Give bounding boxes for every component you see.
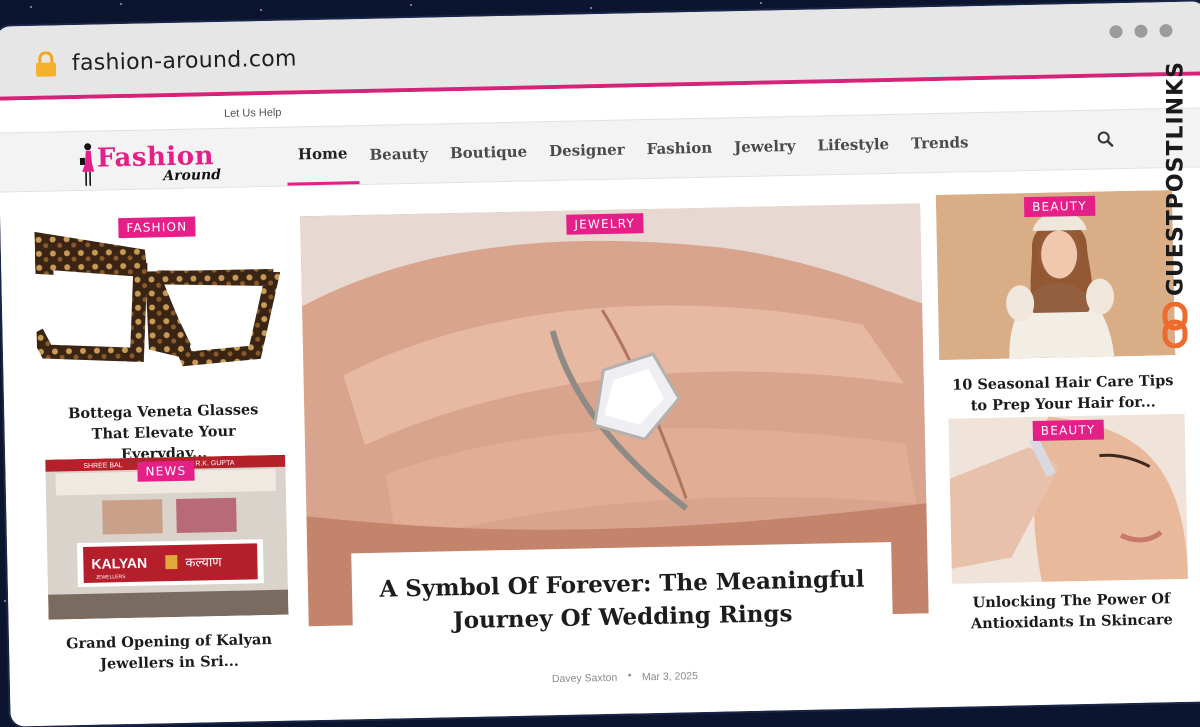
address-bar-url[interactable]: fashion-around.com (72, 46, 297, 76)
article-author[interactable]: Davey Saxton (552, 672, 618, 685)
category-tag[interactable]: BEAUTY (1023, 195, 1096, 218)
window-dot-icon[interactable] (1109, 25, 1123, 39)
window-dot-icon[interactable] (1134, 24, 1148, 38)
browser-window: fashion-around.com Let Us Help Fashion A… (0, 1, 1200, 727)
article-date-separator: • (627, 669, 632, 682)
sign-top-left: SHREE BAL (83, 462, 123, 470)
link-chain-icon (1162, 302, 1188, 348)
nav-item-jewelry[interactable]: Jewelry (723, 117, 808, 177)
woman-silhouette-icon (79, 143, 95, 186)
watermark-text: GUESTPOSTLINKS (1163, 61, 1189, 296)
window-dot-icon[interactable] (1159, 24, 1173, 38)
category-tag[interactable]: BEAUTY (1032, 419, 1104, 442)
featured-article-box: A Symbol Of Forever: The Meaningful Jour… (351, 542, 894, 664)
sign-hindi: कल्याण (185, 555, 222, 571)
nav-item-lifestyle[interactable]: Lifestyle (806, 115, 901, 175)
main-content: FASHION Bottega Veneta Glasses That Elev… (0, 167, 1200, 727)
article-title[interactable]: 10 Seasonal Hair Care Tips to Prep Your … (948, 370, 1179, 417)
article-card-glasses[interactable]: FASHION Bottega Veneta Glasses That Elev… (34, 216, 285, 463)
logo-subtitle: Around (163, 166, 222, 185)
category-tag[interactable]: JEWELRY (566, 213, 644, 235)
window-controls (1109, 24, 1173, 39)
nav-item-designer[interactable]: Designer (538, 120, 637, 180)
lock-icon (35, 51, 57, 77)
category-tag[interactable]: NEWS (137, 460, 195, 482)
category-tag[interactable]: FASHION (118, 216, 196, 239)
nav-item-beauty[interactable]: Beauty (358, 124, 440, 184)
article-date: Mar 3, 2025 (641, 670, 699, 684)
sign-brand: KALYAN (91, 555, 147, 572)
article-card-hair[interactable]: BEAUTY 10 Seasonal Hair Care Tips to Pre… (935, 190, 1179, 417)
sign-top-right: R.K. GUPTA (195, 460, 235, 468)
help-link[interactable]: Let Us Help (224, 107, 282, 120)
nav-item-fashion[interactable]: Fashion (635, 118, 724, 178)
featured-article[interactable]: JEWELRY A Symbol Of Forever: The Meaning… (300, 203, 930, 686)
nav-item-trends[interactable]: Trends (899, 113, 980, 173)
guestpostlinks-watermark: GUESTPOSTLINKS (1152, 56, 1198, 356)
article-title[interactable]: Grand Opening of Kalyan Jewellers in Sri… (51, 629, 288, 676)
nav-item-boutique[interactable]: Boutique (438, 122, 538, 182)
site-logo[interactable]: Fashion Around (79, 138, 280, 190)
article-title[interactable]: Unlocking The Power Of Antioxidants In S… (956, 588, 1187, 635)
search-icon[interactable] (1097, 130, 1115, 148)
article-card-kalyan[interactable]: SHREE BAL R.K. GUPTA KALYAN JEWELLERS कल… (45, 454, 290, 690)
glasses-image (34, 231, 281, 367)
article-thumbnail[interactable] (34, 216, 284, 372)
article-card-skincare[interactable]: BEAUTY Unlocking The Power Of Antioxidan… (948, 413, 1190, 639)
featured-article-title[interactable]: A Symbol Of Forever: The Meaningful Jour… (351, 542, 893, 639)
nav-item-home[interactable]: Home (286, 126, 360, 186)
sign-sub: JEWELLERS (96, 574, 127, 581)
